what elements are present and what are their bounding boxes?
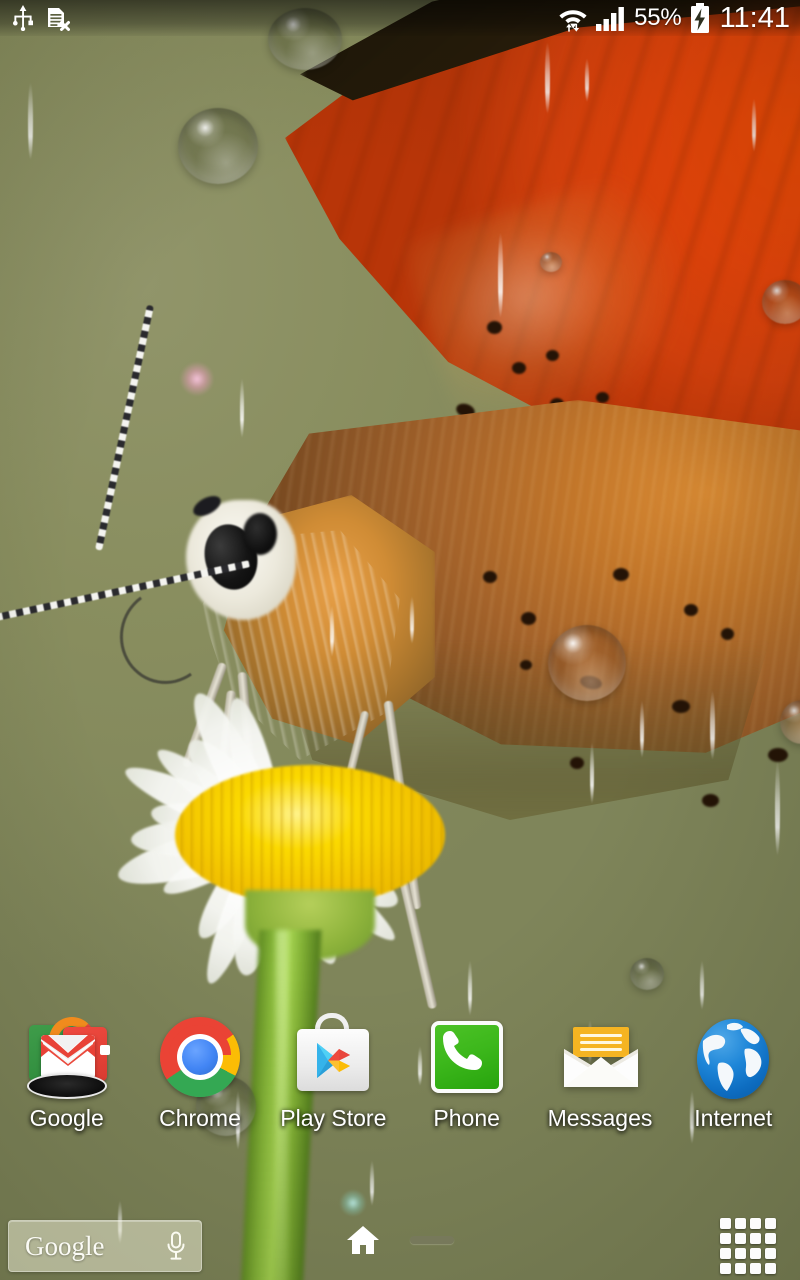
status-bar-right-icons: 55% 11:41: [558, 2, 800, 35]
google-folder-icon[interactable]: g: [23, 1013, 111, 1101]
wifi-icon: [559, 10, 587, 32]
app-drawer-cell: [735, 1233, 746, 1244]
app-dock: g Googl: [0, 1005, 800, 1155]
internet-globe-icon[interactable]: [689, 1013, 777, 1101]
app-drawer-grid-icon[interactable]: [720, 1218, 776, 1274]
no-sim-icon: [48, 8, 70, 31]
dock-item-google[interactable]: g Googl: [0, 1005, 133, 1155]
app-drawer-cell: [735, 1218, 746, 1229]
dock-label-google: Google: [29, 1105, 104, 1131]
app-drawer-cell: [750, 1233, 761, 1244]
globe-landmasses: [703, 1022, 762, 1091]
dock-label-internet: Internet: [694, 1105, 773, 1131]
dock-label-phone: Phone: [433, 1105, 500, 1131]
phone-icon[interactable]: [423, 1013, 511, 1101]
app-drawer-cell: [765, 1263, 776, 1274]
app-drawer-cell: [765, 1248, 776, 1259]
gmail-envelope-icon: [40, 1035, 95, 1079]
bottom-bar: Google: [0, 1200, 800, 1280]
dock-item-chrome[interactable]: Chrome: [133, 1005, 266, 1155]
phone-handset-icon: [442, 1031, 482, 1070]
status-bar-left-icons: [0, 5, 70, 31]
usb-icon: [13, 5, 33, 31]
app-drawer-cell: [750, 1248, 761, 1259]
app-drawer-cell: [765, 1233, 776, 1244]
globe-sphere: [697, 1019, 770, 1099]
app-drawer-cell: [750, 1263, 761, 1274]
chrome-blue-center: [181, 1039, 218, 1075]
status-bar-clock: 11:41: [719, 1, 790, 34]
app-drawer-cell: [720, 1233, 731, 1244]
messages-icon[interactable]: [556, 1013, 644, 1101]
app-drawer-cell: [720, 1263, 731, 1274]
dock-item-play-store[interactable]: Play Store: [267, 1005, 400, 1155]
dock-label-chrome: Chrome: [159, 1105, 241, 1131]
app-drawer-cell: [735, 1248, 746, 1259]
app-drawer-cell: [750, 1218, 761, 1229]
signal-bars-icon: [596, 7, 625, 31]
dock-item-phone[interactable]: Phone: [400, 1005, 533, 1155]
page-indicator: [0, 1200, 800, 1280]
messages-envelope-icon: [563, 1027, 638, 1087]
battery-charging-icon: [690, 3, 709, 33]
dock-item-internet[interactable]: Internet: [667, 1005, 800, 1155]
dock-label-play-store: Play Store: [280, 1105, 387, 1131]
play-store-icon[interactable]: [289, 1013, 377, 1101]
dock-label-messages: Messages: [547, 1105, 653, 1131]
app-drawer-cell: [735, 1263, 746, 1274]
page-indicator-dot[interactable]: [410, 1236, 454, 1244]
status-bar: 55% 11:41: [0, 0, 800, 36]
home-icon[interactable]: [346, 1225, 380, 1255]
app-drawer-cell: [720, 1218, 731, 1229]
home-screen: 55% 11:41 g: [0, 0, 800, 1280]
app-drawer-cell: [720, 1248, 731, 1259]
battery-percent-label: 55%: [634, 4, 682, 31]
app-drawer-cell: [765, 1218, 776, 1229]
chrome-icon[interactable]: [156, 1013, 244, 1101]
dock-item-messages[interactable]: Messages: [533, 1005, 666, 1155]
play-triangle-icon: [317, 1043, 351, 1078]
